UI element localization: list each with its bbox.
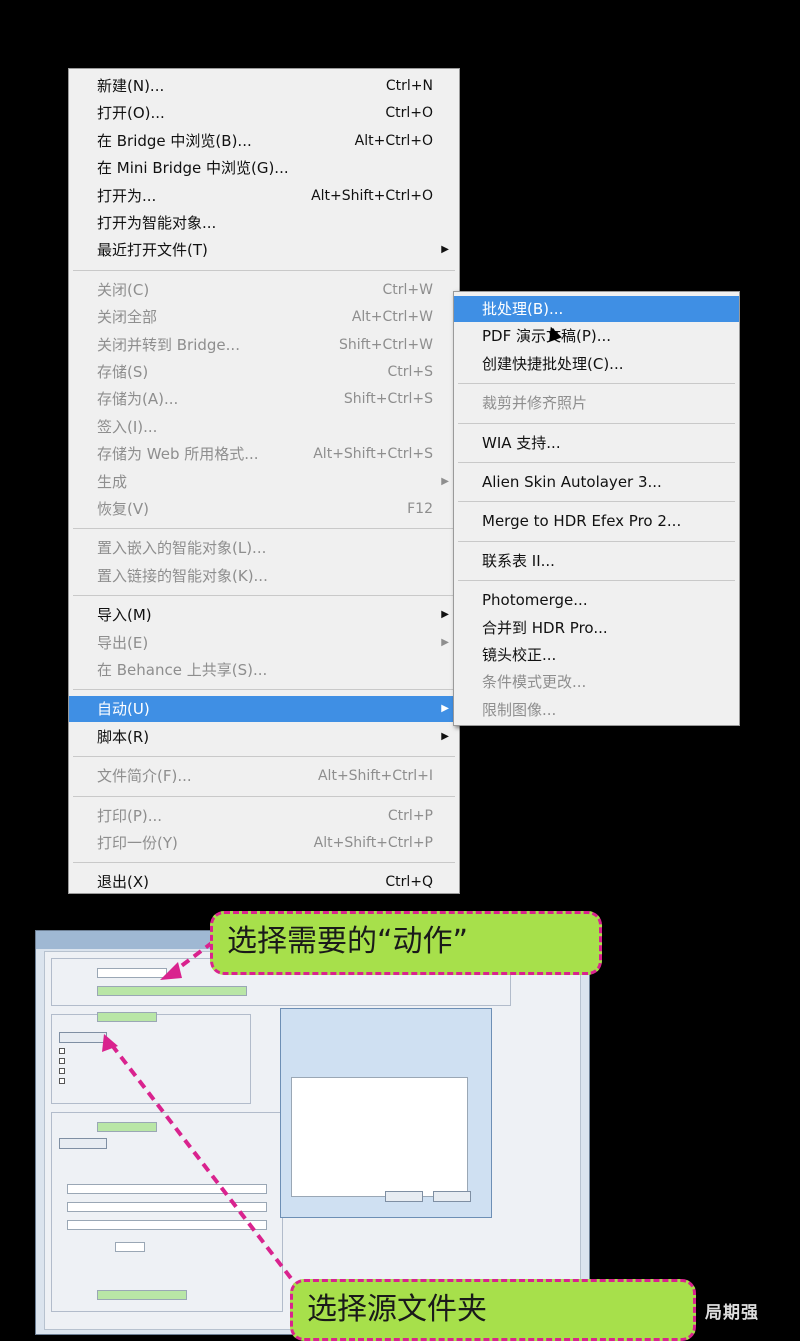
- arrow-head-action: [160, 962, 182, 980]
- callout-choose-action: 选择需要的“动作”: [210, 911, 602, 975]
- arrow-to-source: [106, 1038, 302, 1292]
- callout-folder-text: 选择源文件夹: [307, 1292, 487, 1327]
- callout-action-text: 选择需要的“动作”: [227, 924, 469, 959]
- watermark: 局期强: [705, 1303, 759, 1323]
- annotation-arrows: [102, 940, 302, 1292]
- callout-choose-folder: 选择源文件夹: [290, 1279, 696, 1341]
